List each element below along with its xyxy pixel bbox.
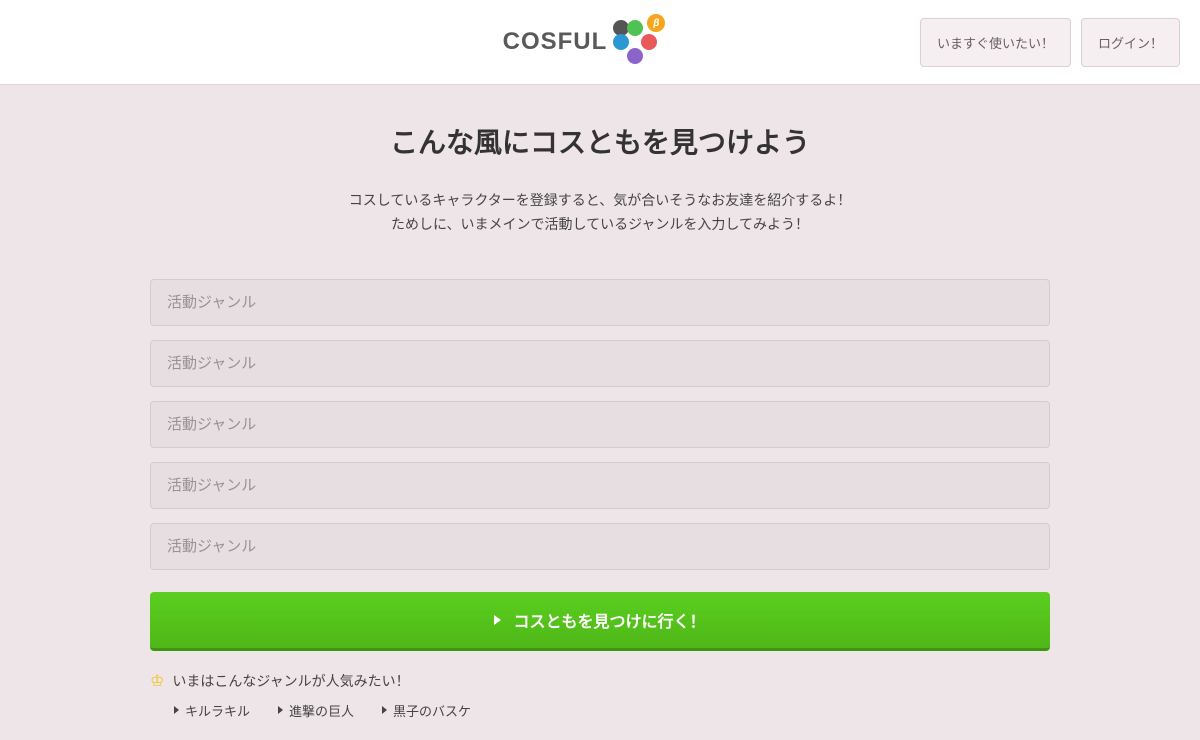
chevron-right-icon: [278, 706, 283, 714]
submit-button-label: コスともを見つけに行く！: [513, 608, 705, 632]
description-line-1: コスしているキャラクターを登録すると、気が合いそうなお友達を紹介するよ！: [150, 189, 1050, 213]
logo-text: COSFUL: [503, 28, 608, 56]
logo-icon: β: [613, 20, 657, 64]
genre-input-2[interactable]: [150, 340, 1050, 387]
popular-item-label: 黒子のバスケ: [393, 701, 471, 720]
popular-list: キルラキル 進撃の巨人 黒子のバスケ: [150, 701, 1050, 720]
chevron-right-icon: [174, 706, 179, 714]
genre-input-5[interactable]: [150, 523, 1050, 570]
use-now-button[interactable]: いますぐ使いたい！: [920, 18, 1071, 67]
main-content: こんな風にコスともを見つけよう コスしているキャラクターを登録すると、気が合いそ…: [130, 85, 1070, 740]
popular-heading: ♔ いまはこんなジャンルが人気みたい！: [150, 671, 1050, 691]
popular-item-2[interactable]: 進撃の巨人: [278, 701, 354, 720]
popular-item-3[interactable]: 黒子のバスケ: [382, 701, 471, 720]
popular-section: ♔ いまはこんなジャンルが人気みたい！ キルラキル 進撃の巨人 黒子のバスケ: [150, 671, 1050, 720]
genre-input-4[interactable]: [150, 462, 1050, 509]
header: COSFUL β いますぐ使いたい！ ログイン！: [0, 0, 1200, 85]
popular-item-label: 進撃の巨人: [289, 701, 354, 720]
popular-item-label: キルラキル: [185, 701, 250, 720]
beta-badge: β: [647, 14, 665, 32]
login-button[interactable]: ログイン！: [1081, 18, 1180, 67]
description: コスしているキャラクターを登録すると、気が合いそうなお友達を紹介するよ！ ためし…: [150, 189, 1050, 237]
page-title: こんな風にコスともを見つけよう: [150, 121, 1050, 161]
genre-input-1[interactable]: [150, 279, 1050, 326]
genre-input-3[interactable]: [150, 401, 1050, 448]
chevron-right-icon: [382, 706, 387, 714]
description-line-2: ためしに、いまメインで活動しているジャンルを入力してみよう！: [150, 213, 1050, 237]
crown-icon: ♔: [150, 671, 164, 691]
popular-item-1[interactable]: キルラキル: [174, 701, 250, 720]
logo[interactable]: COSFUL β: [503, 20, 658, 64]
submit-button[interactable]: コスともを見つけに行く！: [150, 592, 1050, 651]
header-buttons: いますぐ使いたい！ ログイン！: [920, 18, 1180, 67]
logo-container: COSFUL β: [240, 20, 920, 64]
chevron-right-icon: [494, 615, 501, 625]
popular-heading-text: いまはこんなジャンルが人気みたい！: [172, 671, 409, 691]
